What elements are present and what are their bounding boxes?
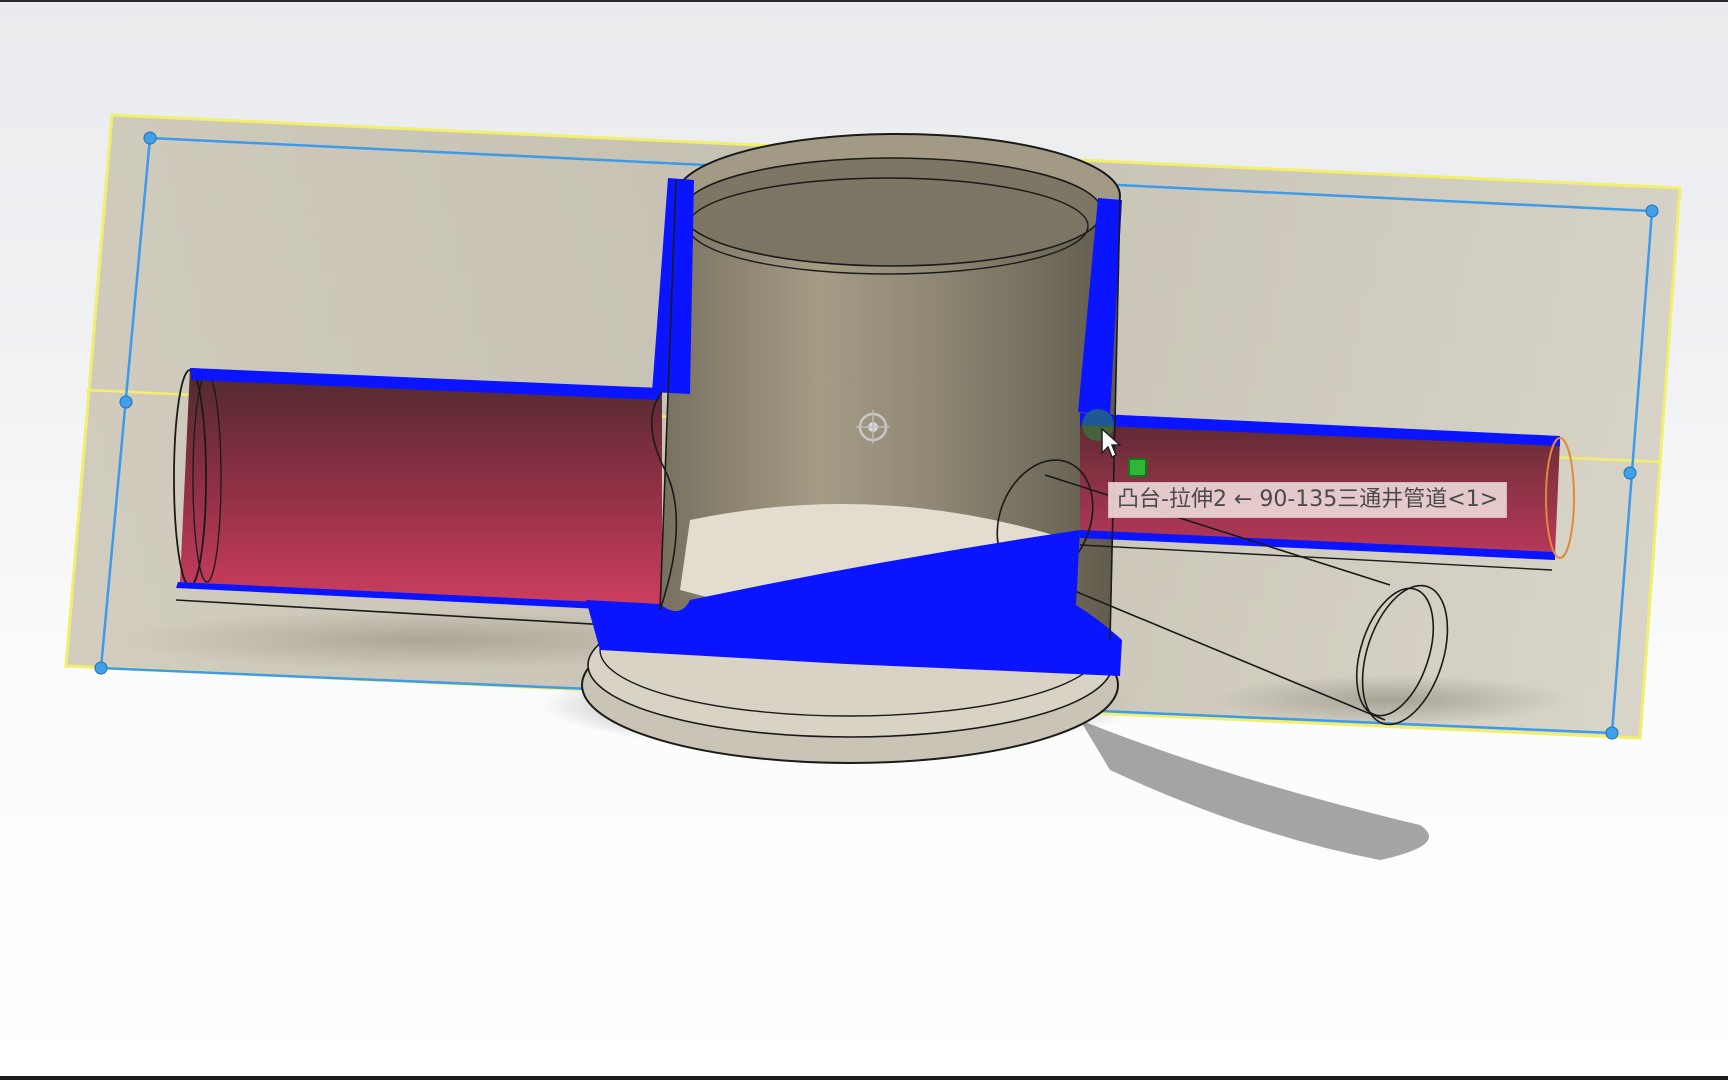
select-marker-icon: [1128, 458, 1147, 477]
cursor-icon: [1101, 427, 1122, 459]
left-pipe: [173, 368, 662, 629]
feature-tooltip: 凸台-拉伸2 ← 90-135三通井管道<1>: [1108, 482, 1508, 518]
graphics-viewport[interactable]: 凸台-拉伸2 ← 90-135三通井管道<1>: [0, 0, 1728, 1080]
bottom-border: [0, 1076, 1728, 1080]
model-scene[interactable]: [0, 0, 1728, 1080]
